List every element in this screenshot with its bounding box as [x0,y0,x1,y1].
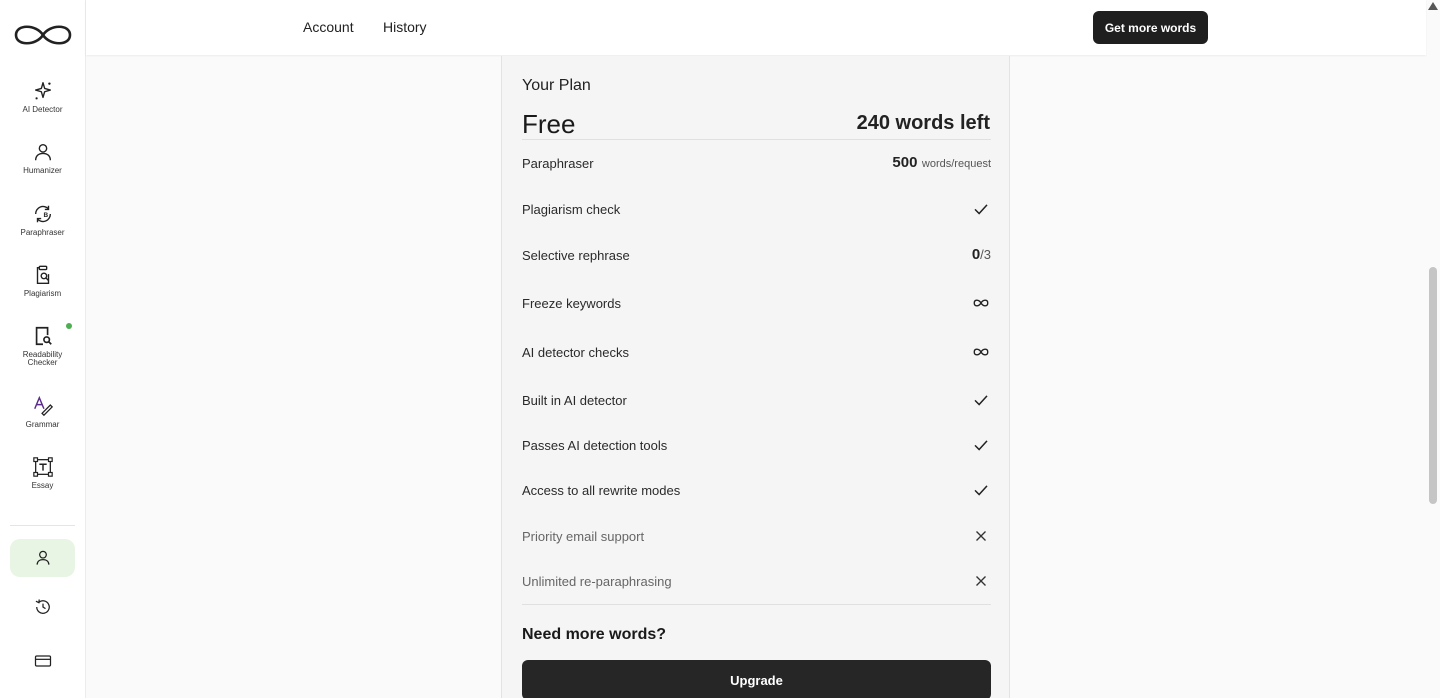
scroll-up-arrow-icon[interactable] [1428,2,1438,10]
account-link[interactable]: Account [303,19,354,35]
feature-label: Access to all rewrite modes [522,482,681,498]
divider [522,604,991,605]
sidebar-divider [10,525,75,526]
need-more-words-heading: Need more words? [522,626,667,643]
nav-label: Essay [31,481,54,490]
document-search-icon [35,326,52,346]
history-link[interactable]: History [383,19,427,35]
top-bar: Account History Get more words [86,0,1426,55]
feature-label: Plagiarism check [522,201,621,217]
nav-ai-detector[interactable]: AI Detector [0,80,85,114]
feature-label: AI detector checks [522,344,629,360]
nav-label: Paraphraser [20,228,65,237]
clipboard-search-icon [36,265,49,284]
logo-icon[interactable] [12,20,74,50]
feature-row-selective-rephrase: Selective rephrase 0/3 [522,243,991,267]
nav-label: Plagiarism [23,289,62,298]
nav-essay[interactable]: Essay [0,456,85,490]
nav-readability-checker[interactable]: Readability Checker [0,325,85,367]
plan-card: Your Plan Free 240 words left Paraphrase… [501,56,1010,698]
feature-label: Unlimited re-paraphrasing [522,573,672,589]
scrollbar-thumb[interactable] [1429,267,1437,504]
check-icon [971,390,991,410]
account-button[interactable] [10,539,75,577]
svg-text:B: B [43,212,48,219]
feature-row-freeze-keywords: Freeze keywords [522,291,991,315]
new-badge-dot [66,323,72,329]
feature-label: Paraphraser [522,155,594,171]
billing-button[interactable] [10,642,75,680]
check-icon [971,199,991,219]
feature-row-ai-detector-checks: AI detector checks [522,340,991,364]
grammar-icon [33,395,53,417]
feature-label: Passes AI detection tools [522,437,668,453]
words-left: 240 words left [856,112,990,134]
feature-row-unlimited-reparaphrasing: Unlimited re-paraphrasing [522,569,991,593]
history-icon [35,599,50,614]
cross-icon [971,526,991,546]
refresh-icon: B [34,205,51,223]
divider [522,139,991,140]
person-icon [34,143,51,161]
nav-label: Humanizer [23,166,62,175]
check-icon [971,480,991,500]
feature-label: Priority email support [522,528,645,544]
sidebar: AI Detector Humanizer B Paraphraser Plag… [0,0,86,698]
history-button[interactable] [10,588,75,626]
nav-label: AI Detector [22,105,63,114]
feature-value: 500 words/request [892,154,991,171]
feature-row-plagiarism: Plagiarism check [522,197,991,221]
feature-row-paraphraser: Paraphraser 500 words/request [522,151,991,175]
feature-label: Selective rephrase [522,247,630,263]
get-more-words-button[interactable]: Get more words [1093,11,1208,44]
feature-row-rewrite-modes: Access to all rewrite modes [522,478,991,502]
feature-row-built-in-detector: Built in AI detector [522,388,991,412]
nav-plagiarism[interactable]: Plagiarism [0,264,85,298]
infinity-icon [971,293,991,313]
feature-label: Freeze keywords [522,295,621,311]
plan-heading: Your Plan [522,77,591,94]
account-icon [36,550,49,565]
feature-label: Built in AI detector [522,392,627,408]
check-icon [971,435,991,455]
plan-name: Free [522,109,576,139]
nav-paraphraser[interactable]: B Paraphraser [0,203,85,237]
feature-value: 0/3 [971,246,991,263]
cross-icon [971,571,991,591]
text-frame-icon [32,457,53,477]
nav-grammar[interactable]: Grammar [0,395,85,429]
upgrade-button[interactable]: Upgrade [522,660,991,698]
nav-label: Readability Checker [22,350,63,367]
infinity-icon [971,342,991,362]
feature-row-priority-support: Priority email support [522,524,991,548]
feature-row-passes-detection: Passes AI detection tools [522,433,991,457]
nav-humanizer[interactable]: Humanizer [0,141,85,175]
nav-label: Grammar [25,420,60,429]
sparkle-icon [34,82,51,100]
card-icon [34,655,51,667]
